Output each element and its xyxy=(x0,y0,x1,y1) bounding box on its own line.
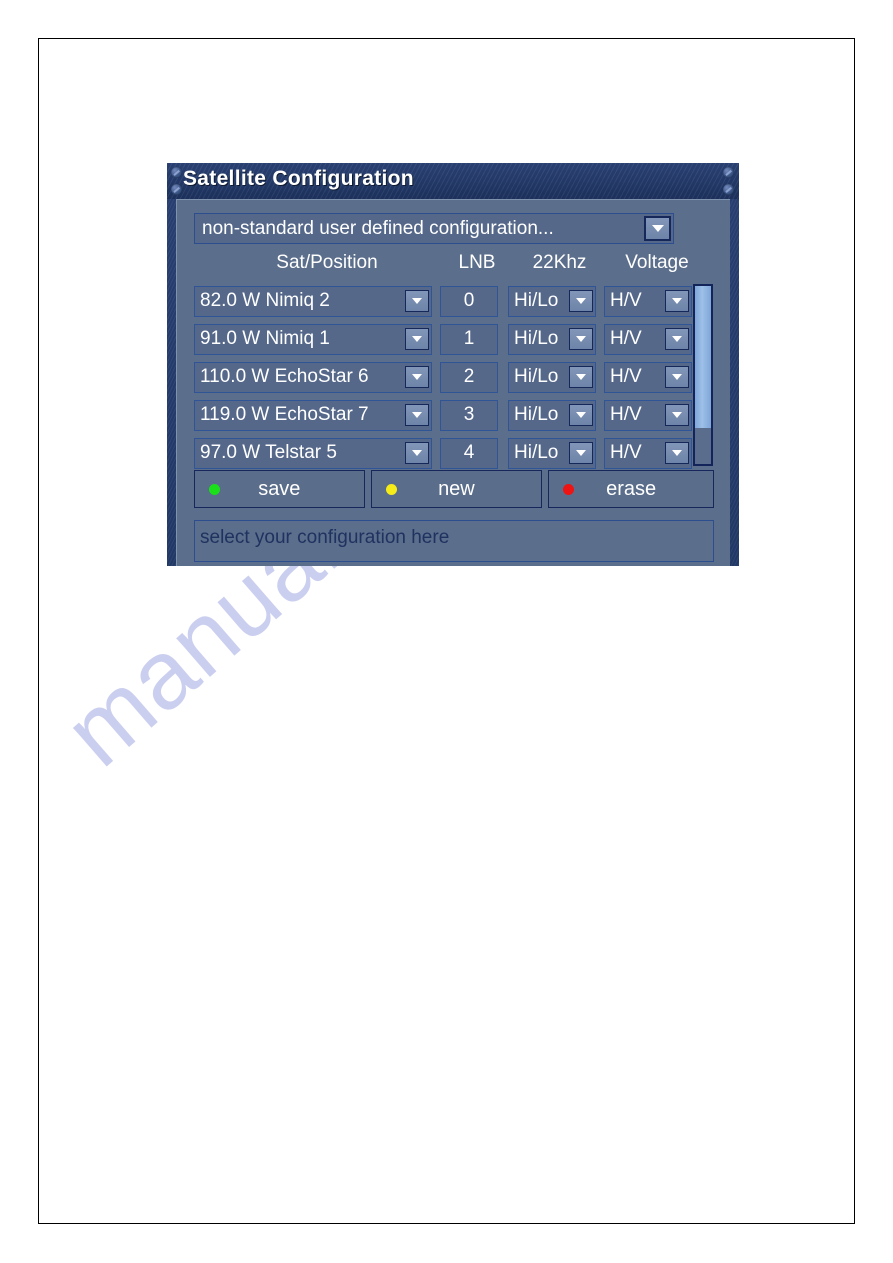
configuration-select[interactable]: non-standard user defined configuration.… xyxy=(194,213,674,244)
voltage-value: H/V xyxy=(610,442,642,463)
satellite-rows: 82.0 W Nimiq 2 0 Hi/Lo H/V 91.0 W Nimiq … xyxy=(194,282,714,472)
voltage-select[interactable]: H/V xyxy=(604,285,692,317)
sat-position-select[interactable]: 82.0 W Nimiq 2 xyxy=(194,285,432,317)
lnb-value: 0 xyxy=(463,290,475,311)
lnb-field[interactable]: 4 xyxy=(440,437,498,469)
voltage-value: H/V xyxy=(610,290,642,311)
voltage-value: H/V xyxy=(610,404,642,425)
screw-rivet-icon xyxy=(723,184,734,195)
erase-button[interactable]: erase xyxy=(548,470,714,508)
status-bar: select your configuration here xyxy=(194,520,714,562)
scrollbar-thumb[interactable] xyxy=(695,286,711,429)
chevron-down-icon[interactable] xyxy=(405,290,429,312)
table-row: 110.0 W EchoStar 6 2 Hi/Lo H/V xyxy=(194,358,714,396)
save-button-label: save xyxy=(258,477,301,500)
table-row: 82.0 W Nimiq 2 0 Hi/Lo H/V xyxy=(194,282,714,320)
khz-select[interactable]: Hi/Lo xyxy=(508,437,596,469)
khz-value: Hi/Lo xyxy=(514,442,559,463)
voltage-value: H/V xyxy=(610,328,642,349)
voltage-select[interactable]: H/V xyxy=(604,437,692,469)
lnb-value: 1 xyxy=(463,328,475,349)
yellow-led-icon xyxy=(385,484,397,495)
lnb-field[interactable]: 3 xyxy=(440,399,498,431)
khz-value: Hi/Lo xyxy=(514,290,559,311)
sat-position-select[interactable]: 110.0 W EchoStar 6 xyxy=(194,361,432,393)
chevron-down-icon[interactable] xyxy=(665,442,689,464)
header-22khz: 22Khz xyxy=(532,252,587,273)
khz-select[interactable]: Hi/Lo xyxy=(508,399,596,431)
lnb-field[interactable]: 2 xyxy=(440,361,498,393)
lnb-value: 2 xyxy=(463,366,475,387)
lnb-field[interactable]: 1 xyxy=(440,323,498,355)
table-row: 97.0 W Telstar 5 4 Hi/Lo H/V xyxy=(194,434,714,472)
chevron-down-icon[interactable] xyxy=(569,366,593,388)
chevron-down-icon[interactable] xyxy=(665,328,689,350)
chevron-down-icon[interactable] xyxy=(405,366,429,388)
chevron-down-icon[interactable] xyxy=(405,328,429,350)
chevron-down-icon[interactable] xyxy=(569,404,593,426)
column-headers: Sat/Position LNB 22Khz Voltage xyxy=(177,252,731,280)
sat-position-select[interactable]: 91.0 W Nimiq 1 xyxy=(194,323,432,355)
red-led-icon xyxy=(563,484,575,495)
sat-position-value: 82.0 W Nimiq 2 xyxy=(200,290,330,311)
panel-body: non-standard user defined configuration.… xyxy=(176,199,730,566)
chevron-down-icon[interactable] xyxy=(665,404,689,426)
save-button[interactable]: save xyxy=(194,470,365,508)
chevron-down-icon[interactable] xyxy=(665,366,689,388)
sat-position-value: 91.0 W Nimiq 1 xyxy=(200,328,330,349)
action-button-bar: save new erase xyxy=(194,470,714,508)
sat-position-value: 119.0 W EchoStar 7 xyxy=(200,404,369,425)
voltage-select[interactable]: H/V xyxy=(604,323,692,355)
table-row: 91.0 W Nimiq 1 1 Hi/Lo H/V xyxy=(194,320,714,358)
header-sat-position: Sat/Position xyxy=(276,252,378,273)
sat-position-value: 110.0 W EchoStar 6 xyxy=(200,366,369,387)
chevron-down-icon[interactable] xyxy=(569,442,593,464)
screw-rivet-icon xyxy=(171,167,182,178)
chevron-down-icon[interactable] xyxy=(644,216,671,241)
lnb-value: 4 xyxy=(463,442,475,463)
chevron-down-icon[interactable] xyxy=(569,328,593,350)
sat-position-select[interactable]: 119.0 W EchoStar 7 xyxy=(194,399,432,431)
erase-button-label: erase xyxy=(606,477,657,500)
chevron-down-icon[interactable] xyxy=(405,442,429,464)
voltage-value: H/V xyxy=(610,366,642,387)
chevron-down-icon[interactable] xyxy=(405,404,429,426)
voltage-select[interactable]: H/V xyxy=(604,399,692,431)
khz-value: Hi/Lo xyxy=(514,404,559,425)
configuration-select-value: non-standard user defined configuration.… xyxy=(202,217,554,239)
khz-value: Hi/Lo xyxy=(514,366,559,387)
green-led-icon xyxy=(209,484,220,495)
new-button-label: new xyxy=(438,477,475,500)
khz-select[interactable]: Hi/Lo xyxy=(508,361,596,393)
satellite-configuration-window: Satellite Configuration non-standard use… xyxy=(167,163,739,566)
window-frame: Satellite Configuration non-standard use… xyxy=(167,163,739,566)
screw-rivet-icon xyxy=(723,167,734,178)
sat-position-value: 97.0 W Telstar 5 xyxy=(200,442,337,463)
khz-value: Hi/Lo xyxy=(514,328,559,349)
page-title: Satellite Configuration xyxy=(183,167,414,190)
status-bar-text: select your configuration here xyxy=(200,527,450,548)
header-lnb: LNB xyxy=(458,252,496,273)
vertical-scrollbar[interactable] xyxy=(693,284,713,466)
chevron-down-icon[interactable] xyxy=(665,290,689,312)
chevron-down-icon[interactable] xyxy=(569,290,593,312)
lnb-field[interactable]: 0 xyxy=(440,285,498,317)
title-bar: Satellite Configuration xyxy=(167,163,739,199)
khz-select[interactable]: Hi/Lo xyxy=(508,285,596,317)
voltage-select[interactable]: H/V xyxy=(604,361,692,393)
screw-rivet-icon xyxy=(171,184,182,195)
lnb-value: 3 xyxy=(463,404,475,425)
khz-select[interactable]: Hi/Lo xyxy=(508,323,596,355)
sat-position-select[interactable]: 97.0 W Telstar 5 xyxy=(194,437,432,469)
table-row: 119.0 W EchoStar 7 3 Hi/Lo H/V xyxy=(194,396,714,434)
header-voltage: Voltage xyxy=(625,252,689,273)
new-button[interactable]: new xyxy=(370,470,543,508)
